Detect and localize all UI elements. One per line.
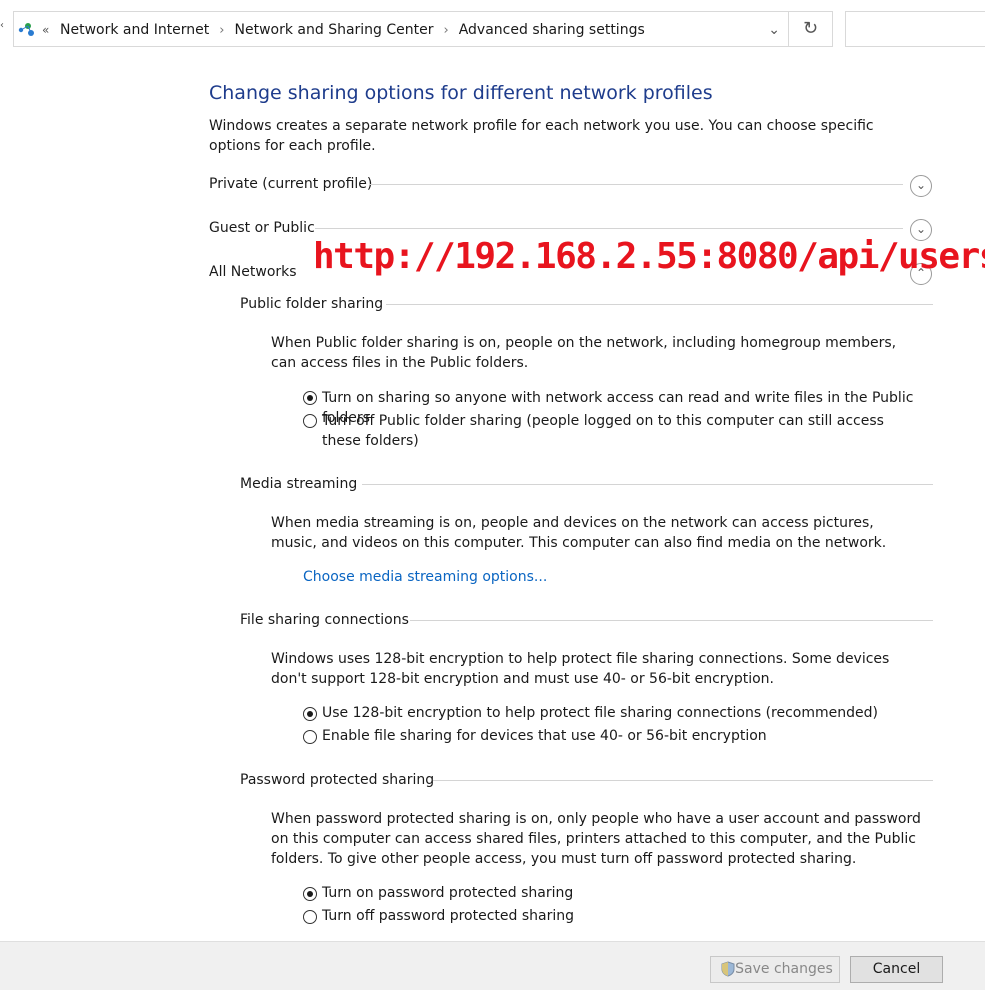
page-intro: Windows creates a separate network profi…: [209, 118, 874, 154]
encryption-40-56-label[interactable]: Enable file sharing for devices that use…: [322, 726, 932, 746]
expand-private-button[interactable]: ⌄: [910, 175, 932, 197]
url-watermark: http://192.168.2.55:8080/api/users: [313, 236, 985, 277]
refresh-icon: ↻: [802, 18, 819, 39]
address-bar[interactable]: « Network and Internet › Network and Shari…: [13, 11, 789, 47]
chevron-down-icon: ⌄: [915, 178, 927, 192]
public-folder-on-radio[interactable]: [303, 391, 317, 405]
chevron-right-icon[interactable]: ›: [444, 23, 449, 38]
public-folder-off-radio[interactable]: [303, 414, 317, 428]
chevron-down-icon[interactable]: ⌄: [768, 12, 780, 48]
encryption-128-radio[interactable]: [303, 707, 317, 721]
shield-icon: [721, 961, 735, 977]
footer-bar: Save changes Cancel: [0, 941, 985, 990]
search-input[interactable]: [845, 11, 985, 47]
refresh-button[interactable]: ↻: [789, 11, 833, 47]
profile-private-header[interactable]: Private (current profile): [209, 174, 934, 194]
file-sharing-heading: File sharing connections: [240, 612, 409, 628]
public-folder-description: When Public folder sharing is on, people…: [271, 335, 897, 371]
password-heading: Password protected sharing: [240, 772, 435, 788]
page-title: Change sharing options for different net…: [209, 82, 713, 104]
save-changes-button[interactable]: Save changes: [710, 956, 840, 983]
divider: [315, 228, 903, 229]
password-on-radio[interactable]: [303, 887, 317, 901]
profile-all-label: All Networks: [209, 264, 297, 280]
media-description: When media streaming is on, people and d…: [271, 515, 887, 551]
breadcrumb-item-network-and-internet[interactable]: Network and Internet: [60, 22, 209, 38]
password-on-label[interactable]: Turn on password protected sharing: [322, 883, 932, 903]
divider: [433, 780, 933, 781]
public-folder-heading: Public folder sharing: [240, 296, 384, 312]
password-description: When password protected sharing is on, o…: [271, 811, 921, 867]
media-heading: Media streaming: [240, 476, 358, 492]
file-sharing-heading-row: File sharing connections: [240, 610, 933, 630]
public-folder-off-label[interactable]: Turn off Public folder sharing (people l…: [322, 411, 912, 451]
breadcrumb: Network and Internet › Network and Sharing…: [60, 12, 645, 48]
back-arrow-icon[interactable]: ‹: [0, 20, 4, 31]
profile-guest-header[interactable]: Guest or Public: [209, 218, 934, 238]
network-icon: [18, 23, 34, 36]
file-sharing-description: Windows uses 128-bit encryption to help …: [271, 651, 890, 687]
divider: [369, 184, 903, 185]
profile-private-label: Private (current profile): [209, 176, 373, 192]
encryption-128-label[interactable]: Use 128-bit encryption to help protect f…: [322, 703, 932, 723]
password-heading-row: Password protected sharing: [240, 770, 933, 790]
divider: [386, 304, 933, 305]
breadcrumb-item-advanced-sharing-settings[interactable]: Advanced sharing settings: [459, 22, 645, 38]
password-off-label[interactable]: Turn off password protected sharing: [322, 906, 932, 926]
password-off-radio[interactable]: [303, 910, 317, 924]
profile-guest-label: Guest or Public: [209, 220, 315, 236]
public-folder-heading-row: Public folder sharing: [240, 294, 933, 314]
breadcrumb-overflow[interactable]: «: [42, 12, 49, 48]
cancel-button[interactable]: Cancel: [850, 956, 943, 983]
media-streaming-options-link[interactable]: Choose media streaming options...: [303, 569, 547, 585]
breadcrumb-item-network-and-sharing-center[interactable]: Network and Sharing Center: [235, 22, 434, 38]
chevron-down-icon: ⌄: [915, 222, 927, 236]
media-heading-row: Media streaming: [240, 474, 933, 494]
chevron-right-icon[interactable]: ›: [219, 23, 224, 38]
divider: [362, 484, 933, 485]
encryption-40-56-radio[interactable]: [303, 730, 317, 744]
save-changes-label: Save changes: [735, 961, 833, 977]
divider: [410, 620, 933, 621]
